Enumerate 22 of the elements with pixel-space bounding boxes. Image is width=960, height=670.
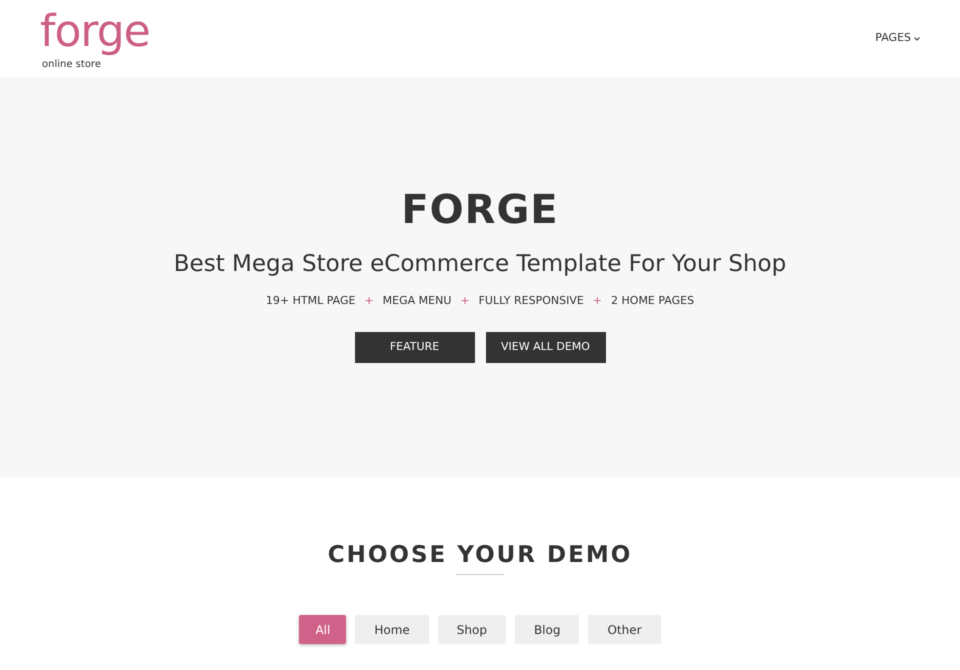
hero-button[interactable]: VIEW ALL DEMO: [486, 332, 606, 362]
filter-tab[interactable]: All: [299, 615, 346, 644]
filter-tab[interactable]: Other: [588, 615, 661, 644]
hero-title: FORGE: [401, 186, 559, 235]
filter-tab[interactable]: Home: [355, 615, 429, 644]
feature-label: MEGA MENU: [382, 293, 452, 309]
separator: +: [460, 293, 470, 309]
chevron-down-icon: [914, 36, 920, 40]
separator: +: [592, 293, 602, 309]
hero-button[interactable]: FEATURE: [354, 332, 474, 362]
filter-tab[interactable]: Blog: [514, 615, 580, 644]
hero-subtitle: Best Mega Store eCommerce Template For Your Shop: [174, 250, 786, 279]
feature-label: 19+ HTML PAGE: [266, 293, 356, 309]
filter-tab[interactable]: Shop: [438, 615, 506, 644]
logo-tagline: online store: [41, 58, 101, 72]
logo[interactable]: forge online store: [40, 6, 150, 72]
section-heading: CHOOSE YOUR DEMO: [328, 541, 632, 570]
logo-wordmark: forge: [40, 6, 150, 58]
nav-link[interactable]: PAGES: [875, 30, 920, 47]
feature-label: FULLY RESPONSIVE: [478, 293, 584, 309]
feature-label: 2 HOME PAGES: [611, 293, 694, 309]
separator: +: [364, 293, 374, 309]
